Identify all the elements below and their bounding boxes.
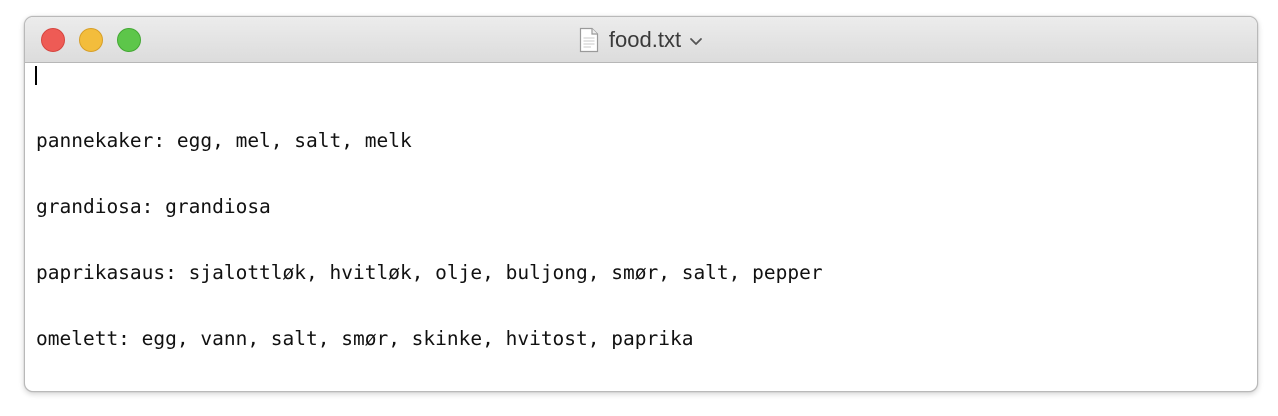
text-line: paprikasaus: sjalottløk, hvitløk, olje, … [36, 261, 823, 284]
window-title[interactable]: food.txt [25, 17, 1257, 63]
title-bar[interactable]: food.txt [25, 17, 1257, 63]
text-editor-window: food.txt pannekaker: egg, mel, salt, mel… [24, 16, 1258, 392]
text-area[interactable]: pannekaker: egg, mel, salt, melk grandio… [25, 63, 1257, 391]
text-line: pannekaker: egg, mel, salt, melk [36, 129, 412, 152]
chevron-down-icon[interactable] [689, 37, 703, 47]
text-line: grandiosa: grandiosa [36, 195, 271, 218]
document-icon [579, 27, 599, 53]
window-title-text: food.txt [608, 27, 682, 52]
text-caret [35, 66, 37, 85]
text-line: omelett: egg, vann, salt, smør, skinke, … [36, 327, 694, 350]
